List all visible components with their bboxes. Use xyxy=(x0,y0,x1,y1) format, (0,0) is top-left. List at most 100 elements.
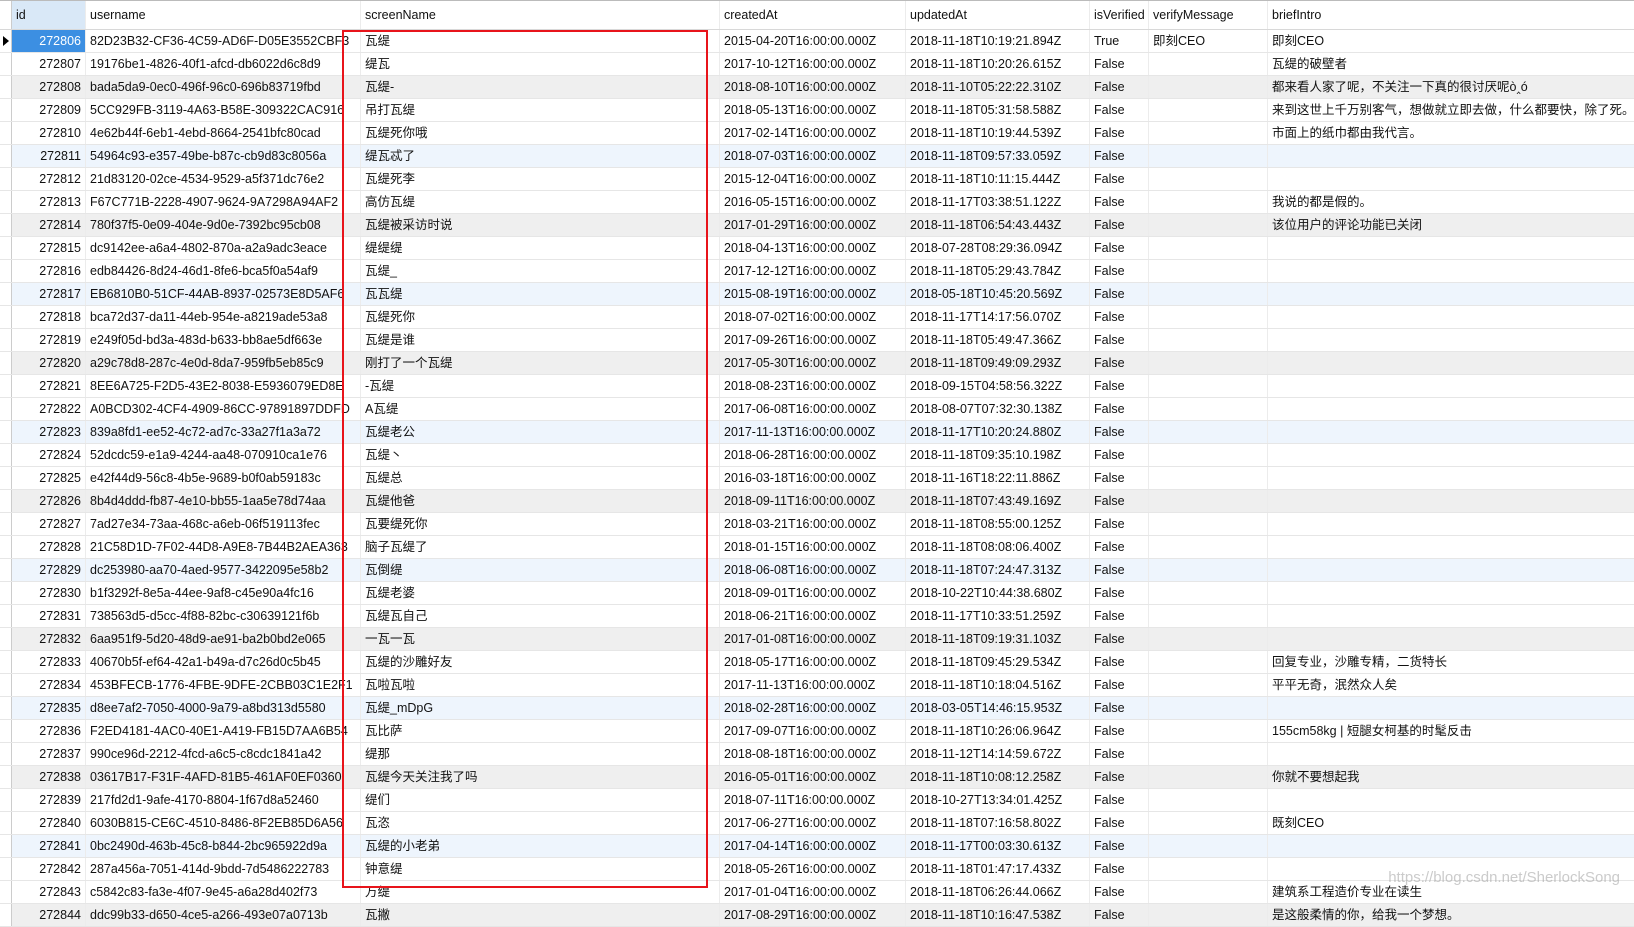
cell-updatedat[interactable]: 2018-11-18T10:11:15.444Z xyxy=(906,168,1090,190)
cell-screenname[interactable]: 瓦啦瓦啦 xyxy=(361,674,720,696)
cell-isverified[interactable]: False xyxy=(1090,237,1149,259)
row-indicator[interactable] xyxy=(0,605,12,627)
cell-isverified[interactable]: False xyxy=(1090,582,1149,604)
cell-isverified[interactable]: False xyxy=(1090,812,1149,834)
cell-verifymessage[interactable] xyxy=(1149,812,1268,834)
cell-username[interactable]: a29c78d8-287c-4e0d-8da7-959fb5eb85c9 xyxy=(86,352,361,374)
cell-verifymessage[interactable] xyxy=(1149,214,1268,236)
cell-updatedat[interactable]: 2018-11-18T09:19:31.103Z xyxy=(906,628,1090,650)
cell-id[interactable]: 272834 xyxy=(12,674,86,696)
cell-updatedat[interactable]: 2018-11-18T06:26:44.066Z xyxy=(906,881,1090,903)
cell-isverified[interactable]: False xyxy=(1090,743,1149,765)
cell-updatedat[interactable]: 2018-11-16T18:22:11.886Z xyxy=(906,467,1090,489)
cell-screenname[interactable]: A瓦缇 xyxy=(361,398,720,420)
row-indicator[interactable] xyxy=(0,789,12,811)
cell-id[interactable]: 272828 xyxy=(12,536,86,558)
cell-screenname[interactable]: 瓦缇死你哦 xyxy=(361,122,720,144)
table-row[interactable]: 272834 453BFECB-1776-4FBE-9DFE-2CBB03C1E2… xyxy=(0,674,1634,697)
cell-isverified[interactable]: False xyxy=(1090,513,1149,535)
column-header-isverified[interactable]: isVerified xyxy=(1090,1,1149,29)
cell-briefintro[interactable]: 市面上的纸巾都由我代言。 xyxy=(1268,122,1634,144)
cell-verifymessage[interactable] xyxy=(1149,651,1268,673)
row-indicator[interactable] xyxy=(0,53,12,75)
cell-isverified[interactable]: False xyxy=(1090,651,1149,673)
cell-updatedat[interactable]: 2018-11-17T10:33:51.259Z xyxy=(906,605,1090,627)
table-row[interactable]: 272823 839a8fd1-ee52-4c72-ad7c-33a27f1a3a… xyxy=(0,421,1634,444)
row-indicator[interactable] xyxy=(0,329,12,351)
cell-isverified[interactable]: False xyxy=(1090,605,1149,627)
cell-username[interactable]: F2ED4181-4AC0-40E1-A419-FB15D7AA6B54 xyxy=(86,720,361,742)
cell-id[interactable]: 272841 xyxy=(12,835,86,857)
cell-createdat[interactable]: 2017-08-29T16:00:00.000Z xyxy=(720,904,906,926)
cell-isverified[interactable]: False xyxy=(1090,260,1149,282)
column-header-briefintro[interactable]: briefIntro xyxy=(1268,1,1634,29)
cell-updatedat[interactable]: 2018-11-18T09:57:33.059Z xyxy=(906,145,1090,167)
cell-id[interactable]: 272808 xyxy=(12,76,86,98)
cell-id[interactable]: 272831 xyxy=(12,605,86,627)
cell-verifymessage[interactable] xyxy=(1149,536,1268,558)
cell-screenname[interactable]: 缇瓦忒了 xyxy=(361,145,720,167)
cell-screenname[interactable]: 万缇 xyxy=(361,881,720,903)
cell-username[interactable]: 7ad27e34-73aa-468c-a6eb-06f519113fec xyxy=(86,513,361,535)
cell-screenname[interactable]: 刚打了一个瓦缇 xyxy=(361,352,720,374)
cell-isverified[interactable]: False xyxy=(1090,122,1149,144)
cell-id[interactable]: 272821 xyxy=(12,375,86,397)
cell-screenname[interactable]: 瓦缇老公 xyxy=(361,421,720,443)
cell-isverified[interactable]: False xyxy=(1090,421,1149,443)
cell-updatedat[interactable]: 2018-11-18T06:54:43.443Z xyxy=(906,214,1090,236)
cell-verifymessage[interactable] xyxy=(1149,904,1268,926)
cell-username[interactable]: 21d83120-02ce-4534-9529-a5f371dc76e2 xyxy=(86,168,361,190)
cell-updatedat[interactable]: 2018-11-18T05:29:43.784Z xyxy=(906,260,1090,282)
cell-username[interactable]: 8EE6A725-F2D5-43E2-8038-E5936079ED8E xyxy=(86,375,361,397)
cell-screenname[interactable]: 瓦缇_mDpG xyxy=(361,697,720,719)
cell-updatedat[interactable]: 2018-11-18T10:26:06.964Z xyxy=(906,720,1090,742)
cell-username[interactable]: d8ee7af2-7050-4000-9a79-a8bd313d5580 xyxy=(86,697,361,719)
cell-briefintro[interactable]: 平平无奇，泯然众人矣 xyxy=(1268,674,1634,696)
cell-verifymessage[interactable] xyxy=(1149,76,1268,98)
cell-isverified[interactable]: False xyxy=(1090,559,1149,581)
row-indicator[interactable] xyxy=(0,858,12,880)
cell-username[interactable]: 03617B17-F31F-4AFD-81B5-461AF0EF0360 xyxy=(86,766,361,788)
cell-id[interactable]: 272813 xyxy=(12,191,86,213)
cell-username[interactable]: 453BFECB-1776-4FBE-9DFE-2CBB03C1E2F1 xyxy=(86,674,361,696)
cell-updatedat[interactable]: 2018-11-18T05:31:58.588Z xyxy=(906,99,1090,121)
table-row[interactable]: 272828 21C58D1D-7F02-44D8-A9E8-7B44B2AEA3… xyxy=(0,536,1634,559)
cell-id[interactable]: 272842 xyxy=(12,858,86,880)
table-row[interactable]: 272838 03617B17-F31F-4AFD-81B5-461AF0EF03… xyxy=(0,766,1634,789)
cell-updatedat[interactable]: 2018-11-18T07:24:47.313Z xyxy=(906,559,1090,581)
cell-verifymessage[interactable] xyxy=(1149,743,1268,765)
cell-screenname[interactable]: 缇那 xyxy=(361,743,720,765)
cell-briefintro[interactable] xyxy=(1268,352,1634,374)
cell-isverified[interactable]: False xyxy=(1090,329,1149,351)
cell-verifymessage[interactable] xyxy=(1149,352,1268,374)
cell-createdat[interactable]: 2017-01-04T16:00:00.000Z xyxy=(720,881,906,903)
cell-createdat[interactable]: 2018-08-23T16:00:00.000Z xyxy=(720,375,906,397)
cell-username[interactable]: c5842c83-fa3e-4f07-9e45-a6a28d402f73 xyxy=(86,881,361,903)
cell-username[interactable]: b1f3292f-8e5a-44ee-9af8-c45e90a4fc16 xyxy=(86,582,361,604)
row-indicator[interactable] xyxy=(0,122,12,144)
cell-username[interactable]: e42f44d9-56c8-4b5e-9689-b0f0ab59183c xyxy=(86,467,361,489)
cell-screenname[interactable]: 脑子瓦缇了 xyxy=(361,536,720,558)
cell-updatedat[interactable]: 2018-11-18T10:19:44.539Z xyxy=(906,122,1090,144)
cell-screenname[interactable]: 瓦缇被采访时说 xyxy=(361,214,720,236)
table-row[interactable]: 272840 6030B815-CE6C-4510-8486-8F2EB85D6A… xyxy=(0,812,1634,835)
cell-id[interactable]: 272844 xyxy=(12,904,86,926)
cell-screenname[interactable]: 瓦瓦缇 xyxy=(361,283,720,305)
table-row[interactable]: 272835 d8ee7af2-7050-4000-9a79-a8bd313d55… xyxy=(0,697,1634,720)
cell-isverified[interactable]: False xyxy=(1090,352,1149,374)
cell-updatedat[interactable]: 2018-09-15T04:58:56.322Z xyxy=(906,375,1090,397)
table-row[interactable]: 272813 F67C771B-2228-4907-9624-9A7298A94A… xyxy=(0,191,1634,214)
cell-username[interactable]: dc9142ee-a6a4-4802-870a-a2a9adc3eace xyxy=(86,237,361,259)
table-row[interactable]: 272809 5CC929FB-3119-4A63-B58E-309322CAC9… xyxy=(0,99,1634,122)
table-row[interactable]: 272818 bca72d37-da11-44eb-954e-a8219ade53… xyxy=(0,306,1634,329)
cell-updatedat[interactable]: 2018-11-18T07:16:58.802Z xyxy=(906,812,1090,834)
cell-createdat[interactable]: 2017-09-07T16:00:00.000Z xyxy=(720,720,906,742)
cell-createdat[interactable]: 2018-07-03T16:00:00.000Z xyxy=(720,145,906,167)
cell-createdat[interactable]: 2018-05-13T16:00:00.000Z xyxy=(720,99,906,121)
table-row[interactable]: 272808 bada5da9-0ec0-496f-96c0-696b83719f… xyxy=(0,76,1634,99)
row-indicator[interactable] xyxy=(0,306,12,328)
row-indicator[interactable] xyxy=(0,812,12,834)
row-indicator[interactable] xyxy=(0,260,12,282)
cell-screenname[interactable]: 缇瓦 xyxy=(361,53,720,75)
cell-username[interactable]: 0bc2490d-463b-45c8-b844-2bc965922d9a xyxy=(86,835,361,857)
